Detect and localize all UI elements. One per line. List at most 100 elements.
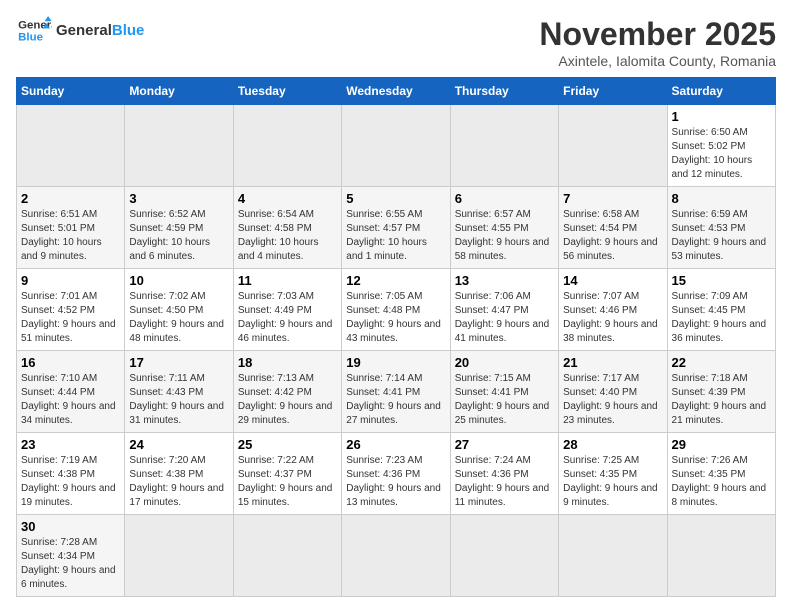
day-cell: 3Sunrise: 6:52 AM Sunset: 4:59 PM Daylig… bbox=[125, 187, 233, 269]
day-info: Sunrise: 6:59 AM Sunset: 4:53 PM Dayligh… bbox=[672, 208, 771, 264]
day-number: 14 bbox=[563, 273, 662, 288]
week-row-1: 2 Sunrise: 6:51 AM Sunset: 5:01 PM Daylig… bbox=[17, 187, 776, 269]
day-info: Sunrise: 6:52 AM Sunset: 4:59 PM Dayligh… bbox=[129, 208, 228, 264]
day-number: 13 bbox=[455, 273, 554, 288]
day-info: Sunrise: 7:11 AM Sunset: 4:43 PM Dayligh… bbox=[129, 372, 228, 428]
day-info: Sunrise: 7:22 AM Sunset: 4:37 PM Dayligh… bbox=[238, 454, 337, 510]
day-number: 10 bbox=[129, 273, 228, 288]
day-number: 23 bbox=[21, 437, 120, 452]
week-row-3: 16 Sunrise: 7:10 AM Sunset: 4:44 PM Dayli… bbox=[17, 351, 776, 433]
day-cell: 28Sunrise: 7:25 AM Sunset: 4:35 PM Dayli… bbox=[559, 433, 667, 515]
day-info: Sunrise: 7:10 AM Sunset: 4:44 PM Dayligh… bbox=[21, 372, 120, 428]
day-info: Sunrise: 7:26 AM Sunset: 4:35 PM Dayligh… bbox=[672, 454, 771, 510]
day-info: Sunrise: 6:55 AM Sunset: 4:57 PM Dayligh… bbox=[346, 208, 445, 264]
day-cell bbox=[233, 515, 341, 597]
day-cell bbox=[667, 515, 775, 597]
day-cell bbox=[450, 515, 558, 597]
day-cell bbox=[233, 105, 341, 187]
header-row: Sunday Monday Tuesday Wednesday Thursday… bbox=[17, 78, 776, 105]
header-area: General Blue GeneralBlue November 2025 A… bbox=[16, 16, 776, 69]
day-cell: 22 Sunrise: 7:18 AM Sunset: 4:39 PM Dayli… bbox=[667, 351, 775, 433]
day-number: 11 bbox=[238, 273, 337, 288]
day-cell: 11 Sunrise: 7:03 AM Sunset: 4:49 PM Dayli… bbox=[233, 269, 341, 351]
day-cell: 25 Sunrise: 7:22 AM Sunset: 4:37 PM Dayli… bbox=[233, 433, 341, 515]
day-number: 20 bbox=[455, 355, 554, 370]
calendar-body: 1 Sunrise: 6:50 AM Sunset: 5:02 PM Daylig… bbox=[17, 105, 776, 597]
month-title: November 2025 bbox=[539, 16, 776, 53]
day-cell bbox=[125, 105, 233, 187]
day-info: Sunrise: 7:18 AM Sunset: 4:39 PM Dayligh… bbox=[672, 372, 771, 428]
day-info: Sunrise: 7:25 AM Sunset: 4:35 PM Dayligh… bbox=[563, 454, 662, 510]
day-info: Sunrise: 6:50 AM Sunset: 5:02 PM Dayligh… bbox=[672, 126, 771, 182]
day-cell: 17Sunrise: 7:11 AM Sunset: 4:43 PM Dayli… bbox=[125, 351, 233, 433]
day-number: 22 bbox=[672, 355, 771, 370]
day-cell: 5 Sunrise: 6:55 AM Sunset: 4:57 PM Daylig… bbox=[342, 187, 450, 269]
day-info: Sunrise: 7:07 AM Sunset: 4:46 PM Dayligh… bbox=[563, 290, 662, 346]
day-cell bbox=[559, 105, 667, 187]
day-cell: 27Sunrise: 7:24 AM Sunset: 4:36 PM Dayli… bbox=[450, 433, 558, 515]
day-cell: 4Sunrise: 6:54 AM Sunset: 4:58 PM Daylig… bbox=[233, 187, 341, 269]
day-info: Sunrise: 7:09 AM Sunset: 4:45 PM Dayligh… bbox=[672, 290, 771, 346]
day-number: 26 bbox=[346, 437, 445, 452]
day-cell bbox=[342, 515, 450, 597]
day-number: 18 bbox=[238, 355, 337, 370]
week-row-0: 1 Sunrise: 6:50 AM Sunset: 5:02 PM Daylig… bbox=[17, 105, 776, 187]
day-cell: 13Sunrise: 7:06 AM Sunset: 4:47 PM Dayli… bbox=[450, 269, 558, 351]
day-cell: 23 Sunrise: 7:19 AM Sunset: 4:38 PM Dayli… bbox=[17, 433, 125, 515]
week-row-5: 30Sunrise: 7:28 AM Sunset: 4:34 PM Dayli… bbox=[17, 515, 776, 597]
svg-text:Blue: Blue bbox=[18, 32, 43, 44]
title-area: November 2025 Axintele, Ialomita County,… bbox=[539, 16, 776, 69]
day-cell: 29 Sunrise: 7:26 AM Sunset: 4:35 PM Dayli… bbox=[667, 433, 775, 515]
day-cell: 7 Sunrise: 6:58 AM Sunset: 4:54 PM Daylig… bbox=[559, 187, 667, 269]
day-info: Sunrise: 7:19 AM Sunset: 4:38 PM Dayligh… bbox=[21, 454, 120, 510]
day-cell: 21 Sunrise: 7:17 AM Sunset: 4:40 PM Dayli… bbox=[559, 351, 667, 433]
calendar-table: Sunday Monday Tuesday Wednesday Thursday… bbox=[16, 77, 776, 597]
col-saturday: Saturday bbox=[667, 78, 775, 105]
day-cell bbox=[450, 105, 558, 187]
day-cell bbox=[342, 105, 450, 187]
day-info: Sunrise: 7:03 AM Sunset: 4:49 PM Dayligh… bbox=[238, 290, 337, 346]
day-cell: 12 Sunrise: 7:05 AM Sunset: 4:48 PM Dayli… bbox=[342, 269, 450, 351]
day-info: Sunrise: 7:02 AM Sunset: 4:50 PM Dayligh… bbox=[129, 290, 228, 346]
day-number: 25 bbox=[238, 437, 337, 452]
day-number: 16 bbox=[21, 355, 120, 370]
day-info: Sunrise: 7:17 AM Sunset: 4:40 PM Dayligh… bbox=[563, 372, 662, 428]
day-info: Sunrise: 7:23 AM Sunset: 4:36 PM Dayligh… bbox=[346, 454, 445, 510]
col-sunday: Sunday bbox=[17, 78, 125, 105]
day-number: 5 bbox=[346, 191, 445, 206]
day-cell bbox=[17, 105, 125, 187]
day-info: Sunrise: 7:14 AM Sunset: 4:41 PM Dayligh… bbox=[346, 372, 445, 428]
day-info: Sunrise: 6:58 AM Sunset: 4:54 PM Dayligh… bbox=[563, 208, 662, 264]
col-tuesday: Tuesday bbox=[233, 78, 341, 105]
day-number: 7 bbox=[563, 191, 662, 206]
day-number: 2 bbox=[21, 191, 120, 206]
day-cell: 6Sunrise: 6:57 AM Sunset: 4:55 PM Daylig… bbox=[450, 187, 558, 269]
day-cell: 20 Sunrise: 7:15 AM Sunset: 4:41 PM Dayli… bbox=[450, 351, 558, 433]
day-info: Sunrise: 6:54 AM Sunset: 4:58 PM Dayligh… bbox=[238, 208, 337, 264]
day-number: 21 bbox=[563, 355, 662, 370]
day-cell: 10 Sunrise: 7:02 AM Sunset: 4:50 PM Dayli… bbox=[125, 269, 233, 351]
day-cell bbox=[125, 515, 233, 597]
day-info: Sunrise: 7:28 AM Sunset: 4:34 PM Dayligh… bbox=[21, 536, 120, 592]
day-number: 29 bbox=[672, 437, 771, 452]
day-cell: 18Sunrise: 7:13 AM Sunset: 4:42 PM Dayli… bbox=[233, 351, 341, 433]
day-info: Sunrise: 7:20 AM Sunset: 4:38 PM Dayligh… bbox=[129, 454, 228, 510]
day-cell: 26 Sunrise: 7:23 AM Sunset: 4:36 PM Dayli… bbox=[342, 433, 450, 515]
logo-general: General bbox=[56, 22, 112, 39]
day-cell bbox=[559, 515, 667, 597]
day-info: Sunrise: 7:15 AM Sunset: 4:41 PM Dayligh… bbox=[455, 372, 554, 428]
day-info: Sunrise: 6:51 AM Sunset: 5:01 PM Dayligh… bbox=[21, 208, 120, 264]
day-cell: 16 Sunrise: 7:10 AM Sunset: 4:44 PM Dayli… bbox=[17, 351, 125, 433]
col-thursday: Thursday bbox=[450, 78, 558, 105]
day-number: 12 bbox=[346, 273, 445, 288]
day-info: Sunrise: 7:05 AM Sunset: 4:48 PM Dayligh… bbox=[346, 290, 445, 346]
day-info: Sunrise: 7:01 AM Sunset: 4:52 PM Dayligh… bbox=[21, 290, 120, 346]
day-cell: 30Sunrise: 7:28 AM Sunset: 4:34 PM Dayli… bbox=[17, 515, 125, 597]
subtitle: Axintele, Ialomita County, Romania bbox=[539, 53, 776, 69]
day-number: 1 bbox=[672, 109, 771, 124]
day-cell: 8Sunrise: 6:59 AM Sunset: 4:53 PM Daylig… bbox=[667, 187, 775, 269]
day-number: 19 bbox=[346, 355, 445, 370]
day-cell: 9Sunrise: 7:01 AM Sunset: 4:52 PM Daylig… bbox=[17, 269, 125, 351]
logo-blue: Blue bbox=[112, 22, 145, 39]
day-info: Sunrise: 6:57 AM Sunset: 4:55 PM Dayligh… bbox=[455, 208, 554, 264]
